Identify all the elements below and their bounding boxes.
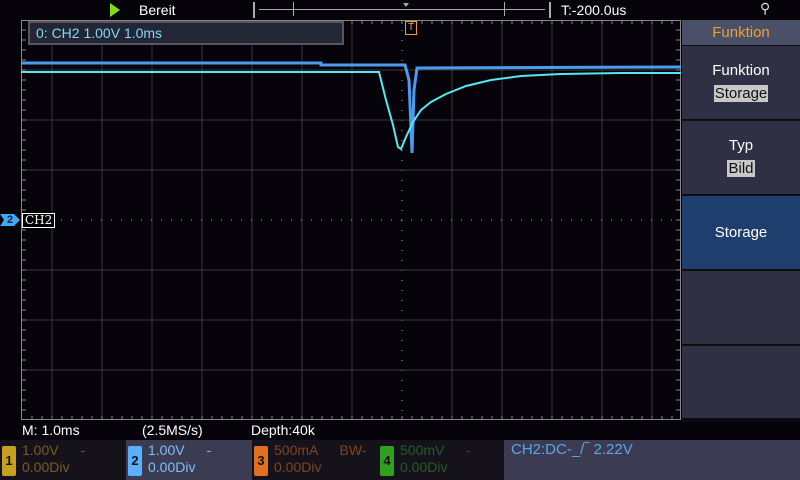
usb-icon: ⚲ — [760, 0, 771, 16]
trace-ch2-ref — [21, 61, 681, 154]
function-menu: Funktion Funktion Storage Typ Bild Stora… — [682, 20, 800, 422]
channel-scale: 1.00V — [148, 442, 185, 458]
menu-item-storage[interactable]: Storage — [682, 195, 800, 269]
horizontal-position-bar[interactable] — [253, 2, 551, 18]
channel-extra: - — [80, 442, 86, 458]
channel-offset: 0.00Div — [400, 459, 448, 475]
channel-offset: 0.00Div — [148, 459, 196, 475]
channel-2-status[interactable]: 2 1.00V - 0.00Div — [126, 440, 252, 480]
trace-ch2 — [21, 71, 681, 151]
trigger-time: T:-200.0us — [561, 2, 627, 18]
channel-scale: 500mV — [400, 442, 445, 458]
channel-extra: - — [466, 442, 471, 458]
acquisition-status: Bereit — [139, 2, 176, 18]
run-icon[interactable] — [110, 3, 120, 17]
menu-item-label: Typ — [728, 137, 754, 154]
channel-3-status[interactable]: 3 500mA BW- 0.00Div — [252, 440, 378, 480]
menu-title: Funktion — [682, 20, 800, 45]
channel-scale: 1.00V — [22, 442, 59, 458]
channel-number: 2 — [128, 446, 142, 476]
memory-depth: Depth:40k — [251, 422, 315, 438]
channel-offset: 0.00Div — [22, 459, 70, 475]
trigger-status[interactable]: CH2:DC-_/‾ 2.22V — [504, 440, 800, 480]
waveform-display[interactable] — [21, 20, 681, 420]
channel-1-status[interactable]: 1 1.00V - 0.00Div — [0, 440, 126, 480]
menu-item-value: Storage — [713, 85, 769, 102]
channel-number: 3 — [254, 446, 268, 476]
channel-number: 4 — [380, 446, 394, 476]
trigger-marker[interactable]: T — [405, 21, 417, 35]
ch2-label: CH2 — [22, 213, 56, 228]
channel-offset: 0.00Div — [274, 459, 322, 475]
menu-item-typ[interactable]: Typ Bild — [682, 120, 800, 194]
ch2-level-marker[interactable]: 2 — [0, 214, 20, 226]
sample-rate: (2.5MS/s) — [142, 422, 203, 438]
status-bar: Bereit T:-200.0us ⚲ — [0, 0, 800, 20]
acquisition-info: M: 1.0ms (2.5MS/s) Depth:40k — [0, 421, 680, 439]
channel-extra: BW- — [339, 442, 367, 458]
menu-item-empty-5[interactable] — [682, 345, 800, 418]
timebase: M: 1.0ms — [22, 422, 80, 438]
menu-item-label: Storage — [714, 224, 768, 241]
menu-item-label: Funktion — [712, 62, 770, 79]
channel-4-status[interactable]: 4 500mV - 0.00Div — [378, 440, 504, 480]
waveforms — [21, 61, 681, 154]
channel-info-box: 0: CH2 1.00V 1.0ms — [28, 21, 344, 45]
channel-number: 1 — [2, 446, 16, 476]
channel-extra: - — [206, 442, 212, 458]
channel-scale: 500mA — [274, 442, 318, 458]
menu-item-empty-4[interactable] — [682, 270, 800, 344]
menu-item-value: Bild — [727, 160, 755, 177]
menu-item-funktion[interactable]: Funktion Storage — [682, 45, 800, 119]
